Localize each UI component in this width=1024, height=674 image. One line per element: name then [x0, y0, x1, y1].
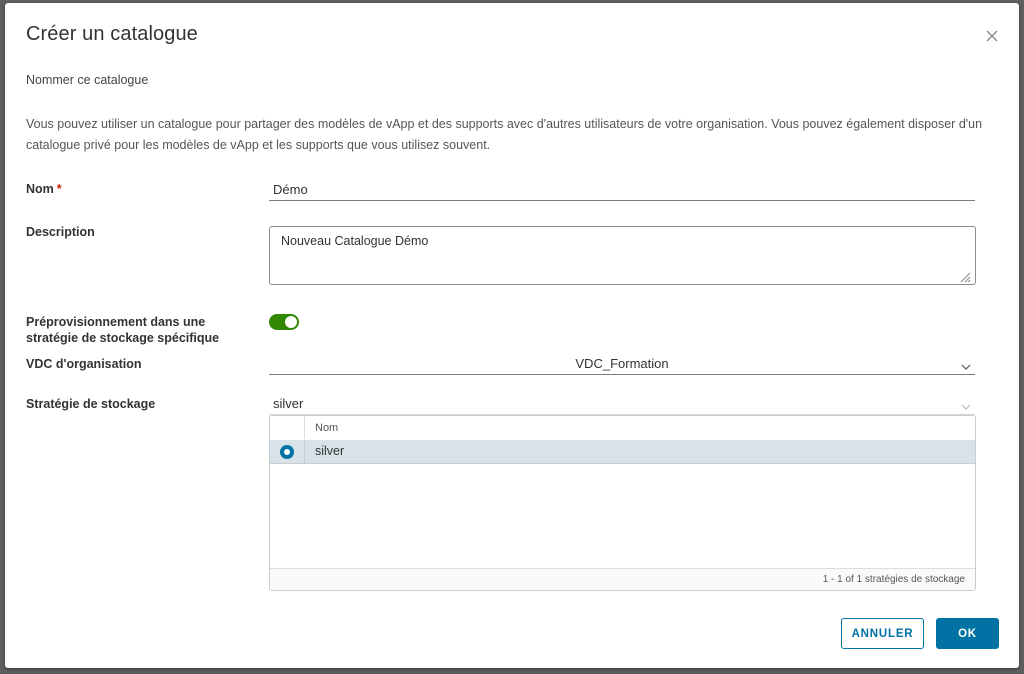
storage-select[interactable]: silver: [269, 393, 975, 415]
step-subtitle: Nommer ce catalogue: [26, 73, 149, 87]
description-textarea[interactable]: Nouveau Catalogue Démo: [269, 226, 976, 285]
description-label: Description: [26, 225, 95, 239]
storage-select-value: silver: [273, 396, 304, 411]
row-name: silver: [315, 444, 345, 458]
create-catalog-dialog: Créer un catalogue Nommer ce catalogue V…: [5, 3, 1019, 668]
column-divider: [304, 440, 305, 463]
intro-text: Vous pouvez utiliser un catalogue pour p…: [26, 117, 983, 152]
cancel-button[interactable]: ANNULER: [841, 618, 924, 649]
required-marker: *: [56, 182, 62, 196]
resize-grip-icon[interactable]: [959, 270, 971, 283]
chevron-down-icon: [961, 399, 971, 410]
grid-footer: 1 - 1 of 1 stratégies de stockage: [270, 568, 975, 590]
ok-button[interactable]: OK: [936, 618, 999, 649]
grid-header: Nom: [270, 416, 975, 441]
close-icon[interactable]: [983, 27, 1001, 45]
table-row[interactable]: silver: [270, 440, 975, 464]
storage-label: Stratégie de stockage: [26, 397, 156, 411]
name-label-text: Nom: [26, 182, 54, 196]
pagination-summary: 1 - 1 of 1 stratégies de stockage: [822, 574, 965, 585]
chevron-down-icon: [961, 359, 971, 370]
vdc-label: VDC d'organisation: [26, 357, 142, 371]
radio-dot: [284, 449, 290, 455]
preprovision-label: Préprovisionnement dans une stratégie de…: [26, 315, 220, 345]
name-label: Nom *: [26, 182, 62, 196]
name-input[interactable]: [269, 179, 975, 201]
storage-policy-grid: Nom silver 1 - 1 of 1 stratégies de stoc…: [269, 415, 976, 591]
dialog-title: Créer un catalogue: [26, 23, 198, 45]
vdc-select[interactable]: VDC_Formation: [269, 353, 975, 375]
column-divider: [304, 416, 305, 439]
preprovision-toggle[interactable]: [269, 314, 299, 330]
vdc-select-value: VDC_Formation: [575, 356, 669, 371]
column-header-name[interactable]: Nom: [315, 422, 338, 434]
toggle-knob: [285, 316, 297, 328]
row-radio[interactable]: [280, 445, 294, 459]
